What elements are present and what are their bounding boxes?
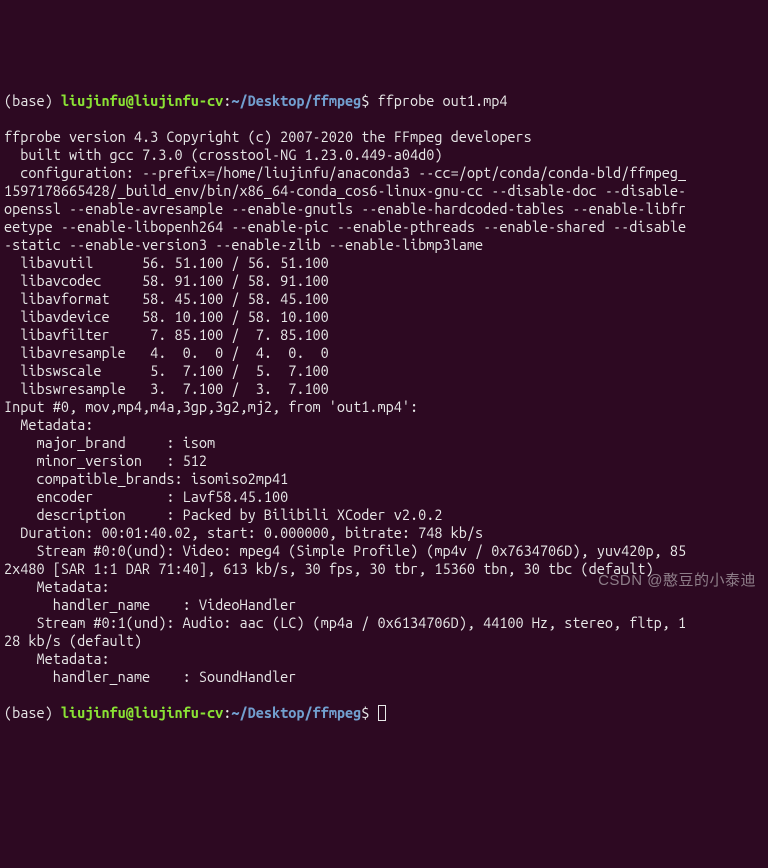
command-output: ffprobe version 4.3 Copyright (c) 2007-2… bbox=[4, 128, 764, 686]
output-line: libavdevice 58. 10.100 / 58. 10.100 bbox=[4, 308, 764, 326]
output-line: handler_name : VideoHandler bbox=[4, 596, 764, 614]
output-line: libavutil 56. 51.100 / 56. 51.100 bbox=[4, 254, 764, 272]
terminal-window[interactable]: (base) liujinfu@liujinfu-cv:~/Desktop/ff… bbox=[0, 72, 768, 742]
output-line: minor_version : 512 bbox=[4, 452, 764, 470]
prompt-dollar: $ bbox=[361, 92, 377, 109]
output-line: eetype --enable-libopenh264 --enable-pic… bbox=[4, 218, 764, 236]
prompt-user: liujinfu@liujinfu-cv bbox=[61, 704, 223, 721]
cursor-icon bbox=[378, 705, 386, 721]
output-line: Duration: 00:01:40.02, start: 0.000000, … bbox=[4, 524, 764, 542]
output-line: libavresample 4. 0. 0 / 4. 0. 0 bbox=[4, 344, 764, 362]
prompt-path: ~/Desktop/ffmpeg bbox=[231, 704, 361, 721]
prompt-dollar: $ bbox=[361, 704, 377, 721]
output-line: ffprobe version 4.3 Copyright (c) 2007-2… bbox=[4, 128, 764, 146]
output-line: libswscale 5. 7.100 / 5. 7.100 bbox=[4, 362, 764, 380]
output-line: 28 kb/s (default) bbox=[4, 632, 764, 650]
output-line: -static --enable-version3 --enable-zlib … bbox=[4, 236, 764, 254]
output-line: handler_name : SoundHandler bbox=[4, 668, 764, 686]
output-line: Stream #0:1(und): Audio: aac (LC) (mp4a … bbox=[4, 614, 764, 632]
output-line: major_brand : isom bbox=[4, 434, 764, 452]
prompt-user: liujinfu@liujinfu-cv bbox=[61, 92, 223, 109]
prompt-base: (base) bbox=[4, 92, 61, 109]
output-line: 1597178665428/_build_env/bin/x86_64-cond… bbox=[4, 182, 764, 200]
output-line: Input #0, mov,mp4,m4a,3gp,3g2,mj2, from … bbox=[4, 398, 764, 416]
output-line: Metadata: bbox=[4, 650, 764, 668]
output-line: encoder : Lavf58.45.100 bbox=[4, 488, 764, 506]
watermark-text: CSDN @憨豆的小泰迪 bbox=[598, 572, 756, 590]
output-line: libswresample 3. 7.100 / 3. 7.100 bbox=[4, 380, 764, 398]
output-line: Metadata: bbox=[4, 416, 764, 434]
prompt-line-1: (base) liujinfu@liujinfu-cv:~/Desktop/ff… bbox=[4, 92, 764, 110]
output-line: openssl --enable-avresample --enable-gnu… bbox=[4, 200, 764, 218]
prompt-base: (base) bbox=[4, 704, 61, 721]
output-line: compatible_brands: isomiso2mp41 bbox=[4, 470, 764, 488]
output-line: built with gcc 7.3.0 (crosstool-NG 1.23.… bbox=[4, 146, 764, 164]
output-line: Stream #0:0(und): Video: mpeg4 (Simple P… bbox=[4, 542, 764, 560]
command-text: ffprobe out1.mp4 bbox=[378, 92, 508, 109]
output-line: libavfilter 7. 85.100 / 7. 85.100 bbox=[4, 326, 764, 344]
prompt-colon: : bbox=[223, 704, 231, 721]
output-line: description : Packed by Bilibili XCoder … bbox=[4, 506, 764, 524]
prompt-line-2[interactable]: (base) liujinfu@liujinfu-cv:~/Desktop/ff… bbox=[4, 704, 764, 722]
output-line: libavformat 58. 45.100 / 58. 45.100 bbox=[4, 290, 764, 308]
prompt-path: ~/Desktop/ffmpeg bbox=[231, 92, 361, 109]
output-line: libavcodec 58. 91.100 / 58. 91.100 bbox=[4, 272, 764, 290]
output-line: configuration: --prefix=/home/liujinfu/a… bbox=[4, 164, 764, 182]
